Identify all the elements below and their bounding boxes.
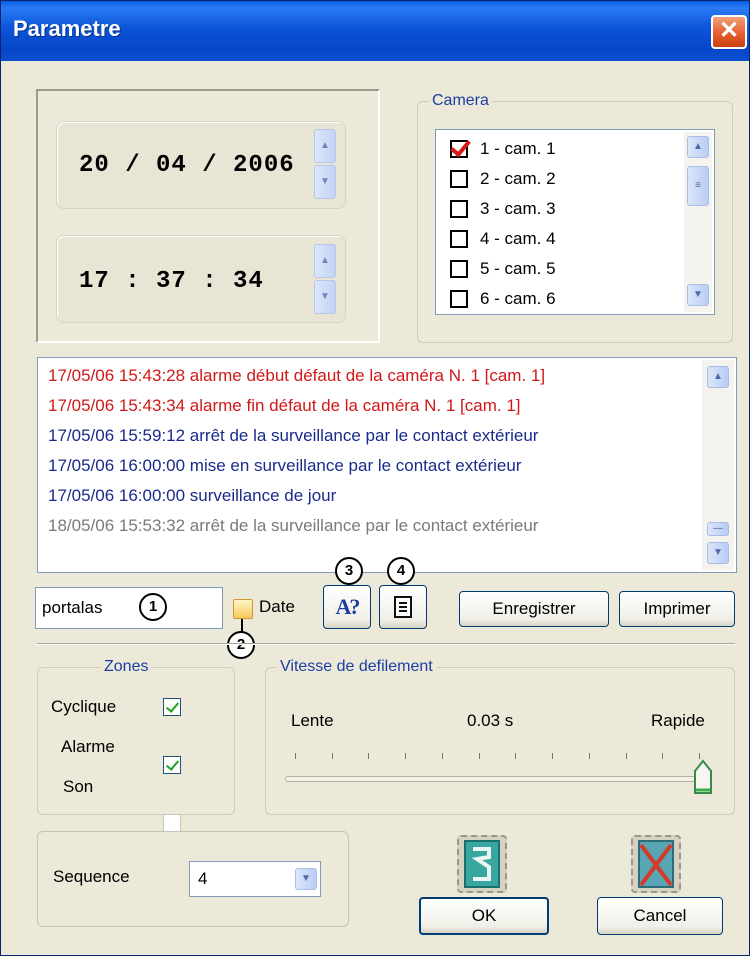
- date-spinner[interactable]: ▲ ▼: [314, 129, 336, 199]
- ok-button[interactable]: OK: [419, 897, 549, 935]
- log-line: 18/05/06 15:53:32 arrêt de la surveillan…: [48, 516, 539, 535]
- zone-checkbox-son[interactable]: [163, 814, 181, 832]
- date-value: 20 / 04 / 2006: [79, 152, 295, 179]
- slider-tick: [625, 753, 627, 759]
- camera-label: 2 - cam. 2: [480, 169, 556, 188]
- cancel-icon: [631, 835, 681, 893]
- slider-tick: [441, 753, 443, 759]
- find-icon: A?: [335, 594, 361, 619]
- sequence-select[interactable]: 4 ▼: [189, 861, 321, 897]
- slider-tick: [515, 753, 517, 759]
- chevron-down-icon[interactable]: ▼: [295, 868, 317, 890]
- spin-up-icon[interactable]: ▲: [314, 129, 336, 163]
- callout-1: 1: [139, 593, 167, 621]
- scroll-up-icon[interactable]: ▲: [687, 136, 709, 158]
- print-button[interactable]: Imprimer: [619, 591, 735, 627]
- speed-legend: Vitesse de defilement: [277, 658, 436, 676]
- zone-checkbox-alarme[interactable]: [163, 756, 181, 774]
- log-line: 17/05/06 16:00:00 mise en surveillance p…: [48, 456, 522, 475]
- callout-2: 2: [227, 631, 255, 659]
- report-button[interactable]: [379, 585, 427, 629]
- filter-input[interactable]: portalas: [35, 587, 223, 629]
- log-line: 17/05/06 15:43:28 alarme début défaut de…: [48, 366, 546, 385]
- time-field[interactable]: 17 : 37 : 34 ▲ ▼: [56, 235, 346, 323]
- ok-icon: [457, 835, 507, 893]
- camera-list[interactable]: 1 - cam. 1 2 - cam. 2 3 - cam. 3 4 - cam…: [435, 129, 715, 315]
- parametre-dialog: Parametre ✕ 20 / 04 / 2006 ▲ ▼ 17 : 37 :…: [0, 0, 750, 956]
- scroll-thumb[interactable]: —: [707, 522, 729, 536]
- camera-checkbox[interactable]: [450, 290, 468, 308]
- slider-tick: [295, 753, 296, 759]
- callout-3: 3: [335, 557, 363, 585]
- speed-slider-track[interactable]: [285, 776, 705, 782]
- spin-down-icon[interactable]: ▼: [314, 280, 336, 314]
- spin-down-icon[interactable]: ▼: [314, 165, 336, 199]
- date-label: Date: [259, 597, 295, 616]
- slider-tick: [552, 753, 554, 759]
- camera-label: 6 - cam. 6: [480, 289, 556, 308]
- camera-scrollbar[interactable]: ▲ ≡ ▼: [684, 132, 712, 312]
- event-log[interactable]: 17/05/06 15:43:28 alarme début défaut de…: [37, 357, 737, 573]
- log-line: 17/05/06 16:00:00 surveillance de jour: [48, 486, 337, 505]
- camera-checkbox[interactable]: [450, 140, 468, 158]
- speed-slow-label: Lente: [291, 711, 334, 730]
- time-value: 17 : 37 : 34: [79, 268, 264, 295]
- speed-fast-label: Rapide: [651, 711, 705, 730]
- cancel-button[interactable]: Cancel: [597, 897, 723, 935]
- slider-tick: [478, 753, 480, 759]
- slider-tick: [662, 753, 664, 759]
- camera-item[interactable]: 6 - cam. 6: [450, 284, 556, 314]
- title-bar[interactable]: Parametre ✕: [1, 1, 749, 61]
- scroll-down-icon[interactable]: ▼: [687, 284, 709, 306]
- slider-tick: [588, 753, 590, 759]
- save-button[interactable]: Enregistrer: [459, 591, 609, 627]
- camera-checkbox[interactable]: [450, 170, 468, 188]
- camera-checkbox[interactable]: [450, 200, 468, 218]
- camera-checkbox[interactable]: [450, 230, 468, 248]
- date-checkbox[interactable]: [233, 599, 253, 619]
- log-scrollbar[interactable]: ▲ — ▼: [702, 360, 734, 570]
- slider-tick: [368, 753, 370, 759]
- date-field[interactable]: 20 / 04 / 2006 ▲ ▼: [56, 121, 346, 209]
- camera-label: 3 - cam. 3: [480, 199, 556, 218]
- zone-label: Cyclique: [51, 697, 117, 716]
- close-icon: ✕: [718, 17, 740, 44]
- zone-label: Alarme: [61, 737, 115, 756]
- log-line: 17/05/06 15:59:12 arrêt de la surveillan…: [48, 426, 539, 445]
- find-button[interactable]: A?: [323, 585, 371, 629]
- camera-label: 4 - cam. 4: [480, 229, 556, 248]
- callout-4: 4: [387, 557, 415, 585]
- speed-group: [265, 667, 735, 815]
- log-line: 17/05/06 15:43:34 alarme fin défaut de l…: [48, 396, 521, 415]
- camera-label: 5 - cam. 5: [480, 259, 556, 278]
- camera-item[interactable]: 5 - cam. 5: [450, 254, 556, 284]
- camera-checkbox[interactable]: [450, 260, 468, 278]
- time-spinner[interactable]: ▲ ▼: [314, 244, 336, 314]
- separator: [37, 643, 735, 645]
- camera-item[interactable]: 1 - cam. 1: [450, 134, 556, 164]
- zone-checkbox-cyclique[interactable]: [163, 698, 181, 716]
- zone-label: Son: [63, 777, 94, 796]
- zones-legend: Zones: [101, 658, 152, 676]
- close-button[interactable]: ✕: [711, 15, 747, 49]
- speed-value: 0.03 s: [467, 711, 514, 730]
- scroll-thumb[interactable]: ≡: [687, 166, 709, 206]
- camera-item[interactable]: 4 - cam. 4: [450, 224, 556, 254]
- camera-item[interactable]: 3 - cam. 3: [450, 194, 556, 224]
- scroll-up-icon[interactable]: ▲: [707, 366, 729, 388]
- slider-tick: [331, 753, 333, 759]
- filter-value: portalas: [42, 598, 103, 617]
- scroll-down-icon[interactable]: ▼: [707, 542, 729, 564]
- camera-item[interactable]: 2 - cam. 2: [450, 164, 556, 194]
- sequence-label: Sequence: [53, 867, 130, 886]
- slider-tick: [405, 753, 407, 759]
- slider-thumb[interactable]: [693, 757, 713, 797]
- camera-legend: Camera: [429, 92, 492, 110]
- camera-label: 1 - cam. 1: [480, 139, 556, 158]
- window-title: Parametre: [13, 16, 121, 41]
- document-icon: [394, 596, 412, 618]
- spin-up-icon[interactable]: ▲: [314, 244, 336, 278]
